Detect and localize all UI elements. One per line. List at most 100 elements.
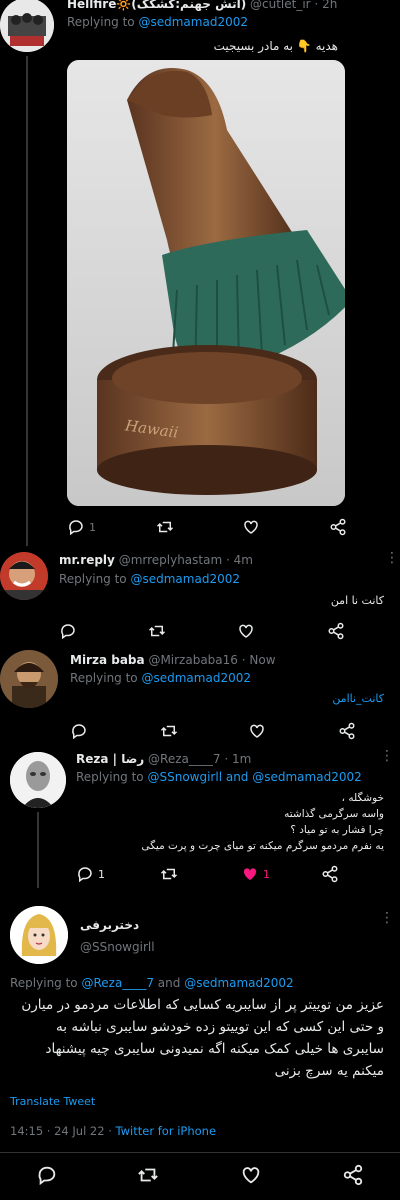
timestamp[interactable]: · Now [242, 653, 276, 667]
reply-icon [61, 624, 75, 640]
handle[interactable]: @mrreplyhastam [119, 553, 222, 567]
reply-button[interactable] [59, 622, 77, 640]
handle[interactable]: @cutlet_ir [250, 0, 311, 11]
timestamp[interactable]: · 1m [224, 752, 251, 766]
retweet-icon [148, 625, 166, 637]
tweet-actions: 1 [67, 518, 357, 538]
tweet-meta: 14:15 · 24 Jul 22 · Twitter for iPhone [10, 1124, 216, 1138]
share-button[interactable] [329, 518, 347, 536]
tweet-header: mr.reply @mrreplyhastam · 4m [59, 553, 359, 567]
retweet-button[interactable] [156, 518, 174, 536]
like-button[interactable] [237, 622, 255, 640]
like-button[interactable] [248, 722, 266, 740]
divider [0, 1152, 400, 1153]
avatar-image [10, 752, 66, 808]
reply-button[interactable] [36, 1164, 58, 1186]
tweet-text-line: واسه سرگرمی گذاشته [284, 808, 384, 820]
share-button[interactable] [321, 865, 339, 883]
retweet-icon [160, 868, 178, 880]
display-name[interactable]: دختربرفی [80, 918, 139, 932]
handle[interactable]: @SSnowgirll [80, 940, 155, 954]
like-icon-filled [243, 868, 257, 880]
tweet-actions: 1 1 [76, 865, 366, 885]
retweet-icon [138, 1168, 158, 1182]
reply-button[interactable]: 1 [67, 518, 96, 536]
more-icon[interactable]: ⋮ [385, 550, 400, 566]
retweet-icon [160, 725, 178, 737]
share-button[interactable] [342, 1164, 364, 1186]
tweet-header: Hellfire🔆(آتش جهنم:کشکک) @cutlet_ir · 2h [67, 0, 367, 11]
tweet-actions [70, 722, 360, 742]
share-button[interactable] [327, 622, 345, 640]
avatar[interactable] [10, 906, 68, 964]
avatar[interactable] [10, 752, 66, 808]
reply-mention[interactable]: @sedmamad2002 [130, 572, 240, 586]
reply-icon [38, 1166, 56, 1186]
translate-tweet-link[interactable]: Translate Tweet [10, 1095, 95, 1108]
handle[interactable]: @Reza____7 [148, 752, 220, 766]
like-icon [239, 624, 253, 638]
tweet-text: هدیه 👇 به مادر بسیجیت [213, 39, 338, 53]
like-button[interactable] [242, 518, 260, 536]
avatar-image [10, 906, 68, 964]
share-button[interactable] [338, 722, 356, 740]
tweet-hashtag[interactable]: کانت_ناامن [184, 692, 384, 705]
tweet-reza[interactable]: Reza | رضا @Reza____7 · 1m ⋮ Replying to… [0, 748, 400, 888]
avatar[interactable] [0, 552, 48, 600]
avatar[interactable] [0, 650, 58, 708]
tweet-actions [59, 622, 359, 642]
retweet-button[interactable] [148, 622, 166, 640]
share-icon [322, 865, 338, 883]
reply-button[interactable]: 1 [76, 865, 105, 883]
main-tweet: دختربرفی @SSnowgirll ⋮ Replying to @Reza… [0, 900, 400, 1200]
reply-mention[interactable]: @sedmamad2002 [184, 976, 294, 990]
like-icon [250, 724, 264, 738]
avatar[interactable] [0, 0, 54, 52]
reply-icon [78, 867, 92, 883]
avatar-image [0, 0, 54, 52]
reply-count: 1 [89, 520, 96, 534]
thread-line [37, 812, 39, 888]
retweet-icon [156, 521, 174, 533]
statue-photo [67, 60, 345, 506]
reply-mention[interactable]: @sedmamad2002 [141, 671, 251, 685]
more-icon[interactable]: ⋮ [380, 748, 395, 764]
like-count: 1 [263, 867, 270, 881]
reply-mention[interactable]: @Reza____7 [81, 976, 153, 990]
reply-mention[interactable]: @SSnowgirll and @sedmamad2002 [147, 770, 361, 784]
replying-to: Replying to @Reza____7 and @sedmamad2002 [10, 976, 294, 990]
share-icon [328, 622, 344, 640]
timestamp[interactable]: · 2h [314, 0, 337, 11]
reply-button[interactable] [70, 722, 88, 740]
tweet-mr-reply[interactable]: mr.reply @mrreplyhastam · 4m ⋮ Replying … [0, 550, 400, 645]
retweet-button[interactable] [160, 865, 178, 883]
reply-icon [72, 724, 86, 740]
tweet-hellfire[interactable]: Hellfire🔆(آتش جهنم:کشکک) @cutlet_ir · 2h… [0, 0, 400, 546]
handle[interactable]: @Mirzababa16 [148, 653, 237, 667]
like-button[interactable]: 1 [241, 865, 270, 883]
reply-mention[interactable]: @sedmamad2002 [138, 15, 248, 29]
display-name[interactable]: mr.reply [59, 553, 115, 567]
tweet-text-line: خوشگله ، [341, 792, 384, 804]
more-icon[interactable]: ⋮ [380, 910, 395, 926]
tweet-media-image[interactable]: Hawaii [67, 60, 345, 506]
avatar-image [0, 552, 48, 600]
display-name[interactable]: Mirza baba [70, 653, 145, 667]
tweet-actions [36, 1164, 376, 1186]
display-name[interactable]: Reza | رضا [76, 752, 144, 766]
retweet-button[interactable] [137, 1164, 159, 1186]
display-name[interactable]: Hellfire🔆(آتش جهنم:کشکک) [67, 0, 246, 11]
timestamp[interactable]: · 4m [226, 553, 253, 567]
tweet-header: Mirza baba @Mirzababa16 · Now [70, 653, 370, 667]
replying-to: Replying to @sedmamad2002 [67, 15, 248, 29]
tweet-text: عزیز من توییتر پر از سایبریه کسایی که اط… [21, 997, 384, 1079]
tweet-text: کانت نا امن [330, 594, 384, 607]
replying-to: Replying to @SSnowgirll and @sedmamad200… [76, 770, 362, 784]
share-icon [330, 518, 346, 536]
tweet-source[interactable]: Twitter for iPhone [116, 1124, 217, 1138]
like-button[interactable] [240, 1164, 262, 1186]
reply-icon [69, 520, 83, 536]
tweet-timestamp[interactable]: 14:15 · 24 Jul 22 · [10, 1124, 112, 1138]
retweet-button[interactable] [160, 722, 178, 740]
tweet-mirza-baba[interactable]: Mirza baba @Mirzababa16 · Now Replying t… [0, 648, 400, 743]
